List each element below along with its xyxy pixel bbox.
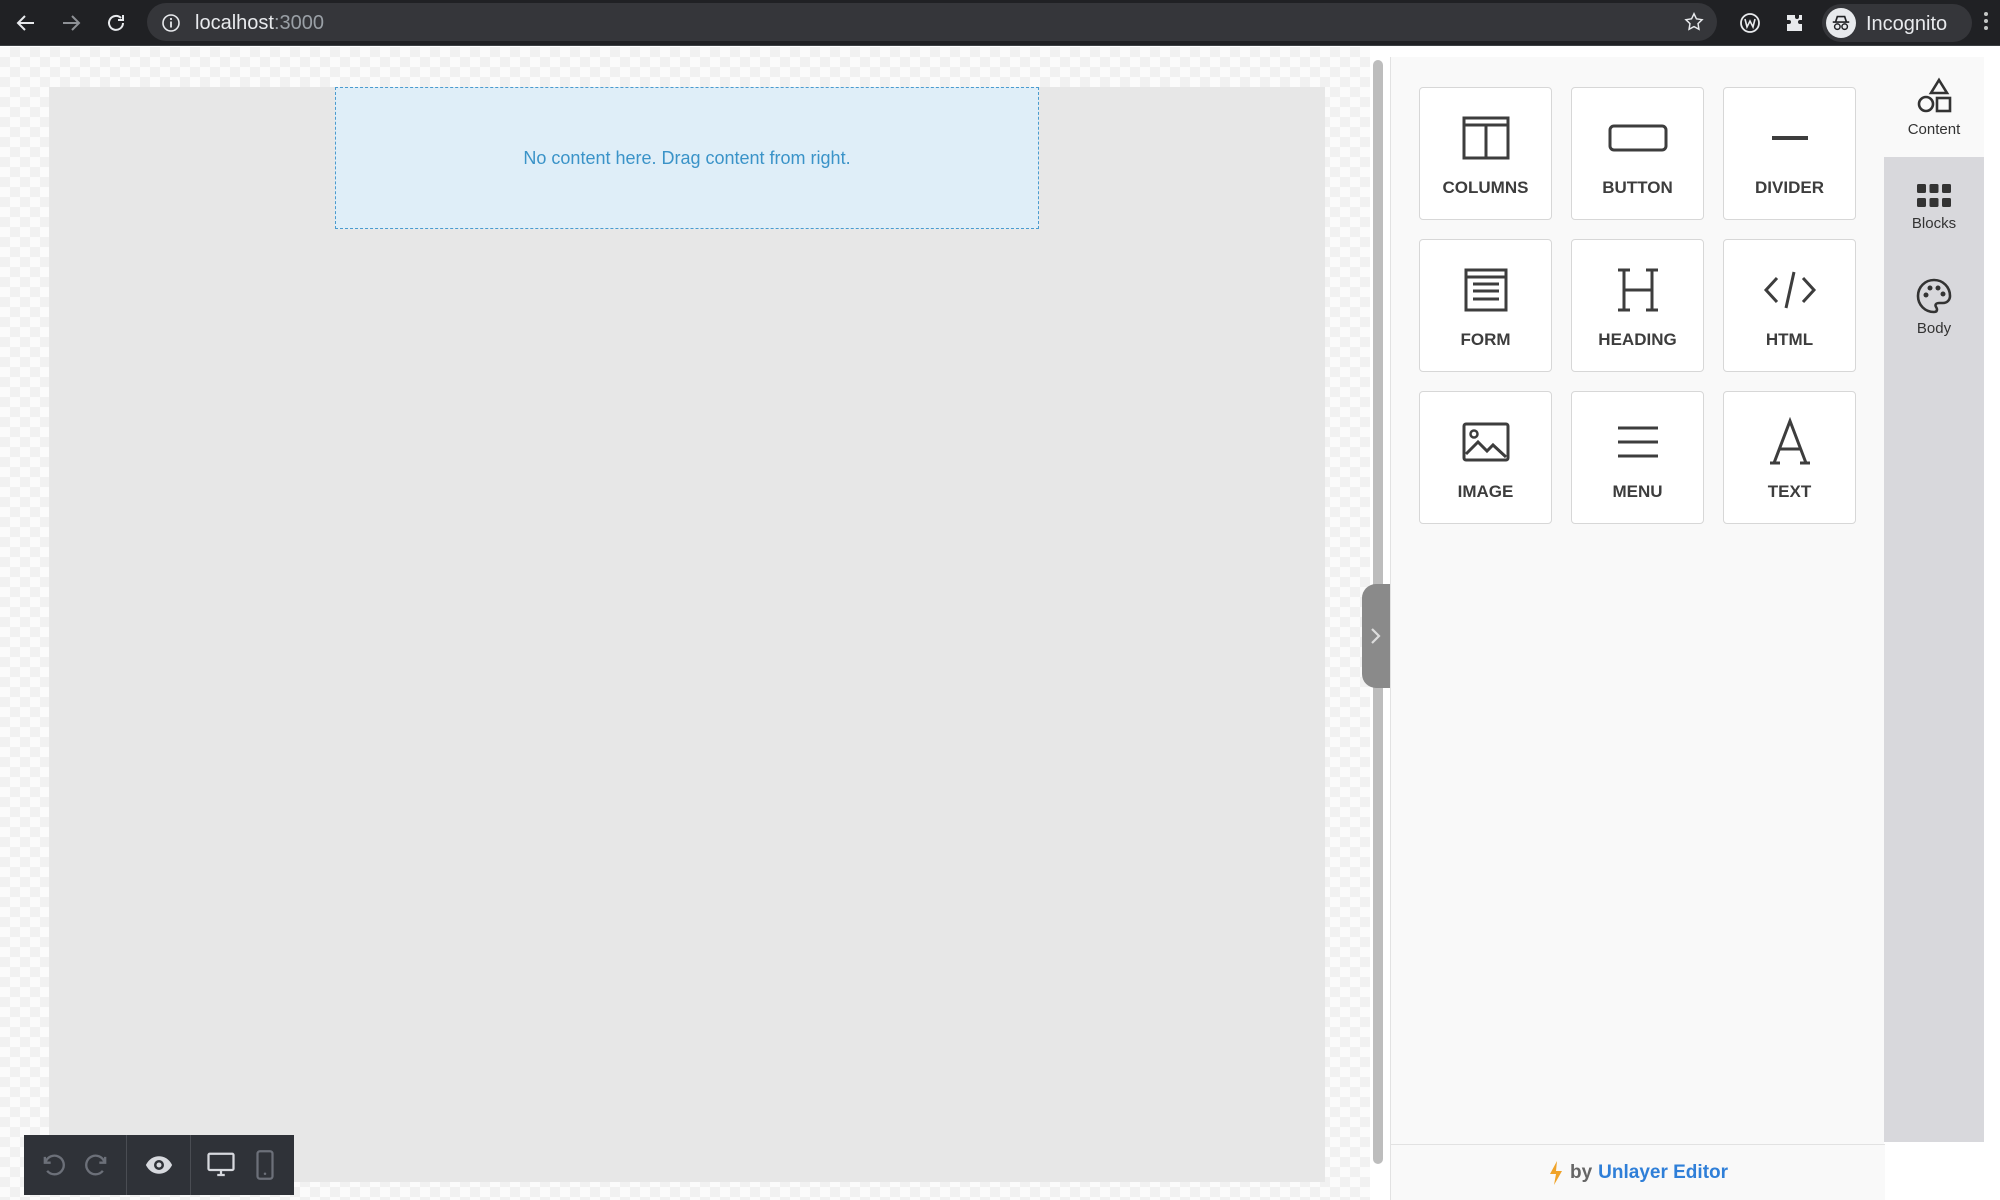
device-group — [191, 1135, 294, 1195]
content-tools-grid: COLUMNS BUTTON DIVIDER FORM HEADING HTML… — [1419, 87, 1859, 524]
tool-label: FORM — [1460, 330, 1511, 349]
form-icon — [1456, 262, 1516, 318]
incognito-icon — [1826, 8, 1856, 38]
back-button[interactable] — [9, 6, 43, 40]
info-icon[interactable] — [161, 13, 181, 38]
button-icon — [1608, 110, 1668, 166]
reload-button[interactable] — [99, 6, 133, 40]
url-port: :3000 — [273, 12, 324, 34]
menu-icon — [1608, 414, 1668, 470]
heading-icon — [1608, 262, 1668, 318]
code-icon — [1760, 262, 1820, 318]
preview-group — [127, 1135, 191, 1195]
extensions-puzzle-icon[interactable] — [1778, 6, 1812, 40]
browser-toolbar: localhost:3000 Incognito — [0, 0, 2000, 46]
editor-bottom-toolbar — [24, 1135, 294, 1195]
tool-label: HTML — [1765, 330, 1814, 349]
mobile-icon — [255, 1150, 274, 1180]
tool-button[interactable]: BUTTON — [1571, 87, 1704, 220]
text-icon — [1760, 414, 1820, 470]
tool-form[interactable]: FORM — [1419, 239, 1552, 372]
desktop-icon — [206, 1152, 235, 1177]
tab-blocks[interactable]: Blocks — [1884, 157, 1984, 257]
eye-icon — [145, 1156, 172, 1174]
browser-menu-icon[interactable] — [1980, 9, 1992, 37]
tool-label: BUTTON — [1602, 178, 1673, 197]
address-bar[interactable]: localhost:3000 — [147, 3, 1717, 41]
forward-button[interactable] — [54, 6, 88, 40]
grid-icon — [1917, 183, 1951, 207]
arrow-left-icon — [16, 15, 34, 31]
tool-label: TEXT — [1767, 482, 1812, 501]
tool-heading[interactable]: HEADING — [1571, 239, 1704, 372]
tool-label: IMAGE — [1457, 482, 1514, 501]
image-icon — [1456, 414, 1516, 470]
tab-label: Blocks — [1911, 214, 1957, 232]
tool-divider[interactable]: DIVIDER — [1723, 87, 1856, 220]
url-text: localhost:3000 — [195, 12, 324, 35]
tool-text[interactable]: TEXT — [1723, 391, 1856, 524]
incognito-profile[interactable]: Incognito — [1822, 4, 1972, 42]
mobile-view-button[interactable] — [250, 1150, 280, 1180]
palette-icon — [1916, 278, 1952, 313]
tool-label: HEADING — [1598, 330, 1677, 349]
extension-w-icon[interactable] — [1733, 6, 1767, 40]
columns-icon — [1456, 110, 1516, 166]
undo-icon — [43, 1154, 65, 1176]
tool-label: MENU — [1612, 482, 1663, 501]
tool-columns[interactable]: COLUMNS — [1419, 87, 1552, 220]
tab-content[interactable]: Content — [1884, 57, 1984, 157]
tab-label: Content — [1907, 120, 1961, 138]
divider-icon — [1760, 110, 1820, 166]
tools-panel: COLUMNS BUTTON DIVIDER FORM HEADING HTML… — [1390, 57, 1885, 1200]
history-group — [24, 1135, 127, 1195]
unlayer-link[interactable]: Unlayer Editor — [1598, 1162, 1728, 1184]
side-tabs: Content Blocks Body — [1884, 57, 1984, 1142]
desktop-view-button[interactable] — [206, 1150, 236, 1180]
tool-html[interactable]: HTML — [1723, 239, 1856, 372]
shapes-icon — [1917, 77, 1952, 112]
editor-canvas: No content here. Drag content from right… — [0, 47, 1370, 1200]
reload-icon — [108, 14, 124, 31]
tool-menu[interactable]: MENU — [1571, 391, 1704, 524]
redo-icon — [85, 1154, 107, 1176]
arrow-right-icon — [63, 15, 81, 31]
preview-button[interactable] — [144, 1150, 174, 1180]
url-host: localhost — [195, 12, 274, 34]
undo-button[interactable] — [38, 1150, 68, 1180]
panel-collapse-handle[interactable] — [1362, 584, 1390, 688]
footer-by: by — [1569, 1161, 1593, 1183]
tool-label: COLUMNS — [1442, 178, 1529, 197]
tool-image[interactable]: IMAGE — [1419, 391, 1552, 524]
bolt-icon — [1549, 1160, 1562, 1185]
powered-by-footer: by Unlayer Editor — [1391, 1144, 1885, 1200]
tab-label: Body — [1916, 319, 1952, 337]
tool-label: DIVIDER — [1755, 178, 1824, 197]
bookmark-star-icon[interactable] — [1683, 11, 1705, 38]
chevron-right-icon — [1371, 628, 1381, 644]
tab-body[interactable]: Body — [1884, 257, 1984, 357]
drop-zone[interactable]: No content here. Drag content from right… — [335, 87, 1039, 229]
redo-button[interactable] — [82, 1150, 112, 1180]
empty-message: No content here. Drag content from right… — [523, 147, 851, 168]
email-body[interactable]: No content here. Drag content from right… — [49, 87, 1325, 1182]
profile-label: Incognito — [1866, 13, 1948, 35]
